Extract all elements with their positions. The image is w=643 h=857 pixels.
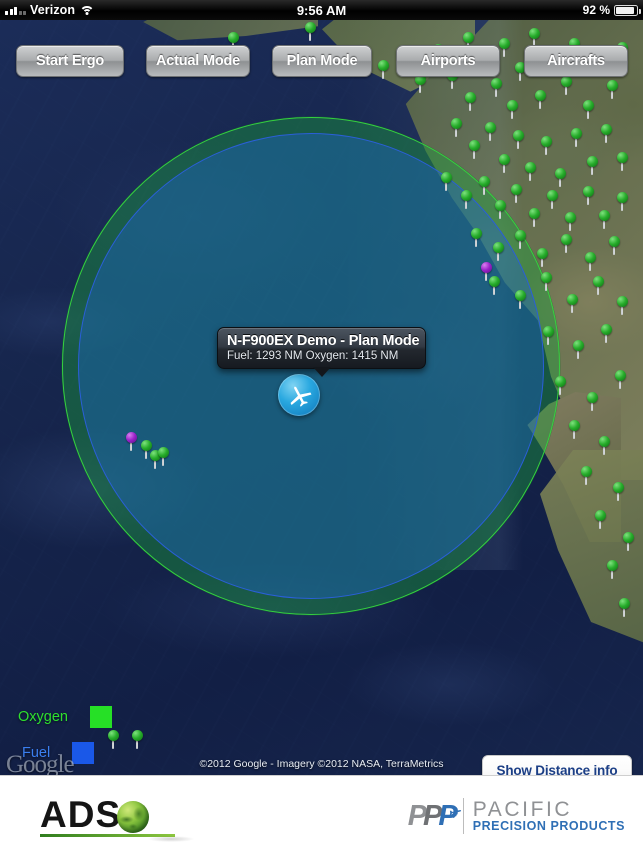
map-pin-head xyxy=(535,90,546,101)
legend-item-oxygen: Oxygen xyxy=(18,706,112,728)
ppp-line-1: PACIFIC xyxy=(472,797,573,821)
show-distance-info-button[interactable]: Show Distance info xyxy=(482,755,632,775)
map-pin-head xyxy=(441,172,452,183)
map-pin-head xyxy=(607,80,618,91)
globe-icon xyxy=(117,801,150,833)
airplane-icon xyxy=(290,386,312,407)
map-pin-head xyxy=(567,294,578,305)
map-pin-head xyxy=(607,560,618,571)
ads-logo-shadow xyxy=(148,836,194,842)
map-pin-head xyxy=(583,186,594,197)
ppp-line-2: PRECISION PRODUCTS xyxy=(472,819,625,834)
map-pin-head xyxy=(555,376,566,387)
map-pin-head xyxy=(479,176,490,187)
map-pin-head xyxy=(126,432,137,443)
map-pin-head xyxy=(541,272,552,283)
map-pin-head xyxy=(515,230,526,241)
map-view[interactable]: N-F900EX Demo - Plan Mode Fuel: 1293 NM … xyxy=(0,20,643,775)
battery-icon xyxy=(614,4,641,16)
map-pin-head xyxy=(485,122,496,133)
map-pin-head xyxy=(587,392,598,403)
ads-logo-text: ADS xyxy=(40,794,122,835)
map-pin-head xyxy=(601,324,612,335)
aircrafts-button[interactable]: Aircrafts xyxy=(524,45,628,77)
plan-mode-button[interactable]: Plan Mode xyxy=(272,45,372,77)
callout-subtitle: Fuel: 1293 NM Oxygen: 1415 NM xyxy=(227,350,399,362)
map-pin-head xyxy=(573,340,584,351)
map-pin-head xyxy=(515,290,526,301)
map-pin-head xyxy=(513,130,524,141)
map-pin-head xyxy=(511,184,522,195)
map-pin-head xyxy=(537,248,548,259)
map-pin-head xyxy=(581,466,592,477)
map-pin-head xyxy=(615,370,626,381)
aircraft-marker[interactable] xyxy=(278,374,320,416)
pacific-precision-products-logo: PPP ✈ PACIFIC PRECISION PRODUCTS xyxy=(408,798,625,834)
map-pin-head xyxy=(141,440,152,451)
ppp-divider xyxy=(462,798,464,834)
map-pin-head xyxy=(547,190,558,201)
map-pin-head xyxy=(493,242,504,253)
map-pin-head xyxy=(613,482,624,493)
map-pin-head xyxy=(585,252,596,263)
map-pin-head xyxy=(489,276,500,287)
map-pin-head xyxy=(461,190,472,201)
map-pin-head xyxy=(609,236,620,247)
start-ergo-button[interactable]: Start Ergo xyxy=(16,45,124,77)
map-pin-head xyxy=(599,436,610,447)
ppp-wordmark: PACIFIC PRECISION PRODUCTS xyxy=(473,799,625,833)
map-pin-head xyxy=(561,234,572,245)
map-pin-head xyxy=(451,118,462,129)
status-bar-clock: 9:56 AM xyxy=(296,2,347,18)
map-pin-head xyxy=(617,192,628,203)
map-pin-head xyxy=(132,730,143,741)
map-pin-head xyxy=(529,208,540,219)
airports-button[interactable]: Airports xyxy=(396,45,500,77)
map-pin-head xyxy=(555,168,566,179)
map-pin-head xyxy=(529,28,540,39)
map-pin-head xyxy=(617,152,628,163)
map-pin-head xyxy=(623,532,634,543)
legend-label-oxygen: Oxygen xyxy=(18,709,68,725)
map-pin-head xyxy=(469,140,480,151)
map-pin-head xyxy=(541,136,552,147)
map-pin-head xyxy=(569,420,580,431)
map-pin-head xyxy=(465,92,476,103)
map-pin-head xyxy=(599,210,610,221)
map-pin-head xyxy=(571,128,582,139)
map-pin-head xyxy=(587,156,598,167)
ppp-monogram: PPP ✈ xyxy=(407,799,459,832)
map-pin-head xyxy=(601,124,612,135)
map-pin-head xyxy=(583,100,594,111)
app-root: Verizon 9:56 AM 92 % N-F900EX Demo - Pla… xyxy=(0,0,643,857)
map-pin-head xyxy=(619,598,630,609)
aircraft-callout[interactable]: N-F900EX Demo - Plan Mode Fuel: 1293 NM … xyxy=(217,327,426,377)
map-pin-head xyxy=(593,276,604,287)
map-pin-head xyxy=(495,200,506,211)
map-pin-head xyxy=(543,326,554,337)
legend-swatch-oxygen xyxy=(89,706,112,728)
map-pin-head xyxy=(617,296,628,307)
map-pin-head xyxy=(595,510,606,521)
map-pin-head xyxy=(481,262,492,273)
ios-status-bar: Verizon 9:56 AM 92 % xyxy=(0,0,643,20)
actual-mode-button[interactable]: Actual Mode xyxy=(146,45,250,77)
map-pin-head xyxy=(499,154,510,165)
map-pin-head xyxy=(158,447,169,458)
footer-bar: ADS All rights reserved PPP ✈ PACIFIC PR… xyxy=(0,775,643,857)
callout-title: N-F900EX Demo - Plan Mode xyxy=(227,333,420,349)
map-pin-head xyxy=(108,730,119,741)
map-pin-head xyxy=(305,22,316,33)
map-pin-head xyxy=(471,228,482,239)
map-pin-head xyxy=(525,162,536,173)
map-pin-head xyxy=(507,100,518,111)
ads-logo: ADS xyxy=(40,794,150,836)
map-pin-head xyxy=(565,212,576,223)
map-toolbar: Start Ergo Actual Mode Plan Mode Airport… xyxy=(0,42,643,80)
